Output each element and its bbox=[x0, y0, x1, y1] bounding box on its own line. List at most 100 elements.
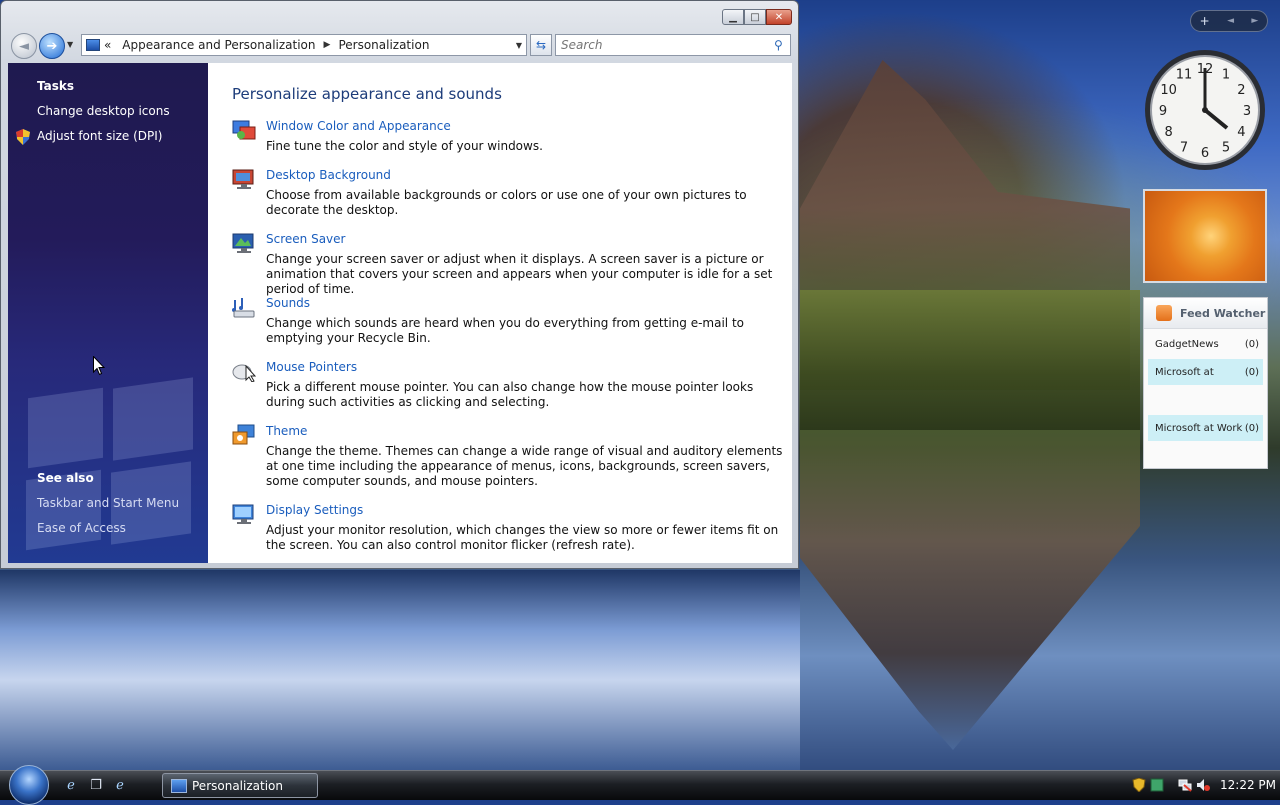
display-settings-link[interactable]: Display Settings bbox=[266, 503, 363, 517]
security-shield-icon[interactable] bbox=[1132, 778, 1146, 792]
clock-number: 1 bbox=[1222, 68, 1230, 83]
network-icon[interactable] bbox=[1178, 778, 1192, 792]
window-color-icon bbox=[232, 120, 256, 140]
feed-name: GadgetNews bbox=[1155, 338, 1219, 350]
clock-number: 3 bbox=[1243, 104, 1251, 119]
clock-number: 9 bbox=[1159, 104, 1167, 119]
taskbar-start-menu-link[interactable]: Taskbar and Start Menu bbox=[37, 496, 179, 510]
caption-buttons: ▁ □ ✕ bbox=[722, 9, 792, 25]
address-dropdown-icon[interactable]: ▼ bbox=[516, 41, 522, 50]
feed-name: Microsoft at bbox=[1155, 366, 1214, 378]
refresh-button[interactable]: ⇆ bbox=[530, 34, 552, 56]
back-button[interactable]: ◄ bbox=[11, 33, 37, 59]
clock-gadget[interactable]: 121234567891011 bbox=[1143, 48, 1267, 172]
address-bar[interactable]: « ▶ Appearance and Personalization ▶ Per… bbox=[81, 34, 527, 56]
see-also-heading: See also bbox=[37, 471, 94, 485]
forward-button[interactable]: ➔ bbox=[39, 33, 65, 59]
sounds-icon bbox=[232, 298, 255, 318]
minimize-button[interactable]: ▁ bbox=[722, 9, 744, 25]
tasks-heading: Tasks bbox=[37, 79, 75, 93]
screen-saver-link[interactable]: Screen Saver bbox=[266, 232, 345, 246]
feed-row[interactable]: GadgetNews (0) bbox=[1148, 331, 1263, 357]
change-desktop-icons-link[interactable]: Change desktop icons bbox=[37, 104, 170, 118]
window-content: Tasks Change desktop icons Adjust font s… bbox=[8, 63, 792, 563]
main-pane: Personalize appearance and sounds Window… bbox=[209, 63, 792, 563]
adjust-font-size-link[interactable]: Adjust font size (DPI) bbox=[37, 129, 162, 143]
breadcrumb-personalization[interactable]: Personalization bbox=[338, 38, 429, 52]
sounds-link[interactable]: Sounds bbox=[266, 296, 310, 310]
task-pane: Tasks Change desktop icons Adjust font s… bbox=[8, 63, 208, 563]
personalization-window: ▁ □ ✕ ◄ ➔ ▼ « ▶ Appearance and Personali… bbox=[0, 0, 799, 569]
feed-watcher-gadget[interactable]: Feed Watcher GadgetNews (0) Microsoft at… bbox=[1143, 297, 1268, 469]
feed-count: (0) bbox=[1244, 338, 1259, 350]
back-arrow-icon: ◄ bbox=[19, 38, 29, 54]
rss-icon bbox=[1156, 305, 1172, 321]
theme-icon bbox=[232, 424, 255, 445]
mouse-pointers-link[interactable]: Mouse Pointers bbox=[266, 360, 357, 374]
navigation-bar: ◄ ➔ ▼ « ▶ Appearance and Personalization… bbox=[9, 32, 791, 59]
internet-explorer-icon[interactable]: ℯ bbox=[112, 777, 128, 793]
add-gadget-button[interactable]: + bbox=[1200, 14, 1210, 28]
clock-number: 10 bbox=[1160, 83, 1177, 98]
slideshow-gadget[interactable] bbox=[1143, 189, 1267, 283]
uac-shield-icon bbox=[16, 129, 30, 145]
refresh-icon: ⇆ bbox=[535, 38, 547, 52]
taskbar: ℯ ❐ ℯ Personalization 12:22 PM bbox=[0, 765, 1280, 805]
page-title: Personalize appearance and sounds bbox=[232, 85, 502, 103]
breadcrumb-appearance[interactable]: Appearance and Personalization bbox=[122, 38, 315, 52]
maximize-button[interactable]: □ bbox=[744, 9, 766, 25]
next-page-button[interactable]: ► bbox=[1251, 16, 1258, 26]
feed-name: Microsoft at Work bbox=[1155, 422, 1243, 434]
screen-saver-icon bbox=[232, 233, 254, 253]
feed-header: Feed Watcher bbox=[1144, 298, 1267, 329]
feed-row[interactable]: Microsoft at Work (0) bbox=[1148, 415, 1263, 441]
item-description: Change your screen saver or adjust when … bbox=[266, 252, 773, 296]
taskbar-personalization-button[interactable]: Personalization bbox=[162, 773, 318, 798]
previous-page-button[interactable]: ◄ bbox=[1227, 16, 1234, 26]
item-description: Choose from available backgrounds or col… bbox=[266, 188, 747, 217]
wallpaper-reflection bbox=[800, 430, 1140, 750]
wallpaper-lake bbox=[0, 570, 800, 770]
display-settings-icon bbox=[232, 504, 254, 524]
clock-number: 6 bbox=[1201, 146, 1209, 161]
taskbar-button-label: Personalization bbox=[192, 778, 283, 793]
volume-muted-icon[interactable] bbox=[1196, 778, 1210, 792]
window-color-link[interactable]: Window Color and Appearance bbox=[266, 119, 451, 133]
desktop-background-icon bbox=[232, 169, 254, 189]
ie-quick-launch-icon[interactable]: ℯ bbox=[63, 777, 79, 793]
control-panel-icon bbox=[171, 778, 187, 793]
control-panel-icon bbox=[86, 39, 100, 51]
close-button[interactable]: ✕ bbox=[766, 9, 792, 25]
gadget-toolbar: + ◄ ► bbox=[1190, 10, 1268, 32]
search-icon[interactable]: ⚲ bbox=[774, 38, 783, 52]
mouse-pointers-icon bbox=[232, 364, 256, 382]
item-description: Change which sounds are heard when you d… bbox=[266, 316, 744, 345]
wallpaper-forest bbox=[800, 290, 1140, 430]
item-description: Adjust your monitor resolution, which ch… bbox=[266, 523, 779, 552]
breadcrumb-separator-icon[interactable]: ▶ bbox=[324, 40, 331, 50]
feed-count: (0) bbox=[1244, 422, 1259, 434]
search-input[interactable] bbox=[555, 34, 791, 56]
desktop-background-link[interactable]: Desktop Background bbox=[266, 168, 391, 182]
breadcrumb-overflow[interactable]: « bbox=[104, 38, 111, 52]
ease-of-access-link[interactable]: Ease of Access bbox=[37, 521, 126, 535]
taskbar-clock[interactable]: 12:22 PM bbox=[1220, 778, 1276, 792]
clock-number: 5 bbox=[1222, 140, 1230, 155]
clock-number: 4 bbox=[1237, 125, 1245, 140]
forward-arrow-icon: ➔ bbox=[46, 38, 58, 54]
clock-number: 8 bbox=[1164, 125, 1172, 140]
start-button[interactable] bbox=[9, 765, 49, 805]
switch-windows-icon[interactable]: ❐ bbox=[88, 777, 104, 793]
recent-pages-dropdown[interactable]: ▼ bbox=[67, 40, 73, 49]
clock-number: 2 bbox=[1237, 83, 1245, 98]
feed-count: (0) bbox=[1244, 366, 1259, 378]
theme-link[interactable]: Theme bbox=[266, 424, 307, 438]
clock-number: 7 bbox=[1180, 140, 1188, 155]
item-description: Change the theme. Themes can change a wi… bbox=[266, 444, 783, 488]
clock-number: 11 bbox=[1176, 68, 1193, 83]
feed-row[interactable]: Microsoft at (0) bbox=[1148, 359, 1263, 385]
mouse-cursor-icon bbox=[93, 356, 105, 376]
feed-title: Feed Watcher bbox=[1180, 306, 1266, 320]
item-description: Pick a different mouse pointer. You can … bbox=[266, 380, 754, 409]
windows-sidebar-icon[interactable] bbox=[1150, 778, 1164, 792]
